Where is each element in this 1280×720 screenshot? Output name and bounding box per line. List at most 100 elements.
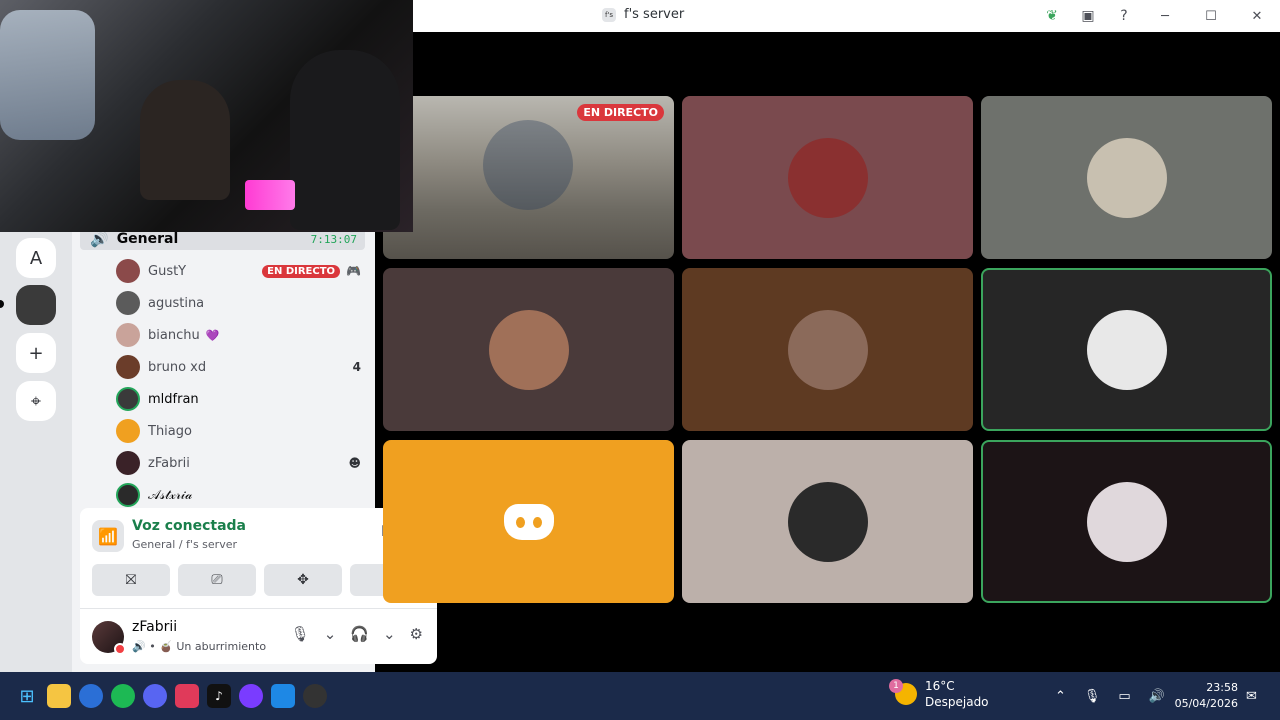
server-rail: A + ⌖ [0,232,72,672]
volume-icon[interactable]: 🔊 [1149,689,1165,704]
participant-tile[interactable] [682,440,973,603]
activity-icon: ☻ [348,456,361,470]
avatar [116,451,140,475]
app-icon[interactable] [239,684,263,708]
inbox-icon[interactable]: ▣ [1070,0,1106,32]
microphone-icon[interactable]: 🎙 [1084,689,1101,704]
participant-tile[interactable] [981,96,1272,259]
stream-tile[interactable]: EN DIRECTO [383,96,674,259]
user-panel: zFabrii 🔊 • 🧉 Un aburrimiento 🎙 ⌄ 🎧 ⌄ ⚙ [80,608,437,664]
connection-signal-icon[interactable]: 📶 [92,520,124,552]
avatar [787,309,868,390]
member-name: agustina [148,295,205,311]
avatar [1086,309,1167,390]
member-name: zFabrii [148,455,190,471]
spotify-icon[interactable] [111,684,135,708]
windows-start-icon[interactable]: ⊞ [15,684,39,708]
microphone-icon[interactable]: 🎙 [291,625,310,643]
maximize-button[interactable]: ☐ [1188,0,1234,32]
desktop: f's f's server ❦ ▣ ? ─ ☐ ✕ A + ⌖ 🔊 Gener… [0,0,1280,720]
live-badge: EN DIRECTO [262,264,341,278]
minimize-button[interactable]: ─ [1142,0,1188,32]
weather-widget[interactable]: 1 16°C Despejado [889,678,989,710]
voice-member[interactable]: mldfran [116,386,361,412]
avatar [488,309,569,390]
activities-button[interactable]: ✥ [264,564,342,596]
voice-location[interactable]: General / f's server [132,538,237,551]
chevron-down-icon[interactable]: ⌄ [383,625,396,643]
voice-member[interactable]: zFabrii ☻ [116,450,361,476]
edge-browser-icon[interactable] [79,684,103,708]
participant-tile-speaking[interactable] [981,268,1272,431]
add-server-icon[interactable]: + [16,333,56,373]
avatar [116,323,140,347]
server-a-button[interactable]: A [16,238,56,278]
voice-member[interactable]: 𝒜𝓈𝓉𝓍𝓇𝒾𝒶 [116,482,361,508]
participant-tile-speaking[interactable] [981,440,1272,603]
member-name: bianchu [148,327,200,343]
window-title: f's f's server [602,7,684,22]
voice-member[interactable]: agustina [116,290,361,316]
avatar [787,481,868,562]
notifications-icon[interactable]: ✉ [1246,672,1257,720]
explore-icon[interactable]: ⌖ [16,381,56,421]
window-title-text: f's server [624,7,685,22]
weather-temp: 16°C [925,679,955,693]
tiktok-icon[interactable]: ♪ [207,684,231,708]
obs-icon[interactable] [303,684,327,708]
webcam-overlay [0,0,413,232]
custom-status: 🔊 • 🧉 Un aburrimiento [132,640,267,653]
nitro-leaf-icon[interactable]: ❦ [1034,0,1070,32]
participant-tile[interactable] [383,268,674,431]
app-icon[interactable] [175,684,199,708]
avatar [1086,137,1167,218]
network-icon[interactable]: ▭ [1118,689,1130,704]
camera-off-button[interactable]: ⛝ [92,564,170,596]
participant-tile[interactable] [383,440,674,603]
live-badge: EN DIRECTO [577,104,664,121]
moon-icon: 1 [889,679,917,705]
server-f-button[interactable] [16,285,56,325]
avatar [116,259,140,283]
game-controller-icon: 🎮 [346,264,361,278]
call-timer: 7:13:07 [310,232,357,246]
weather-badge: 1 [889,679,903,693]
activity-badge: 4 [352,360,361,374]
voice-member[interactable]: GustY EN DIRECTO 🎮 [116,258,361,284]
file-explorer-icon[interactable] [47,684,71,708]
headphones-icon[interactable]: 🎧 [350,625,369,643]
webcam-object [0,10,95,140]
weather-desc: Despejado [925,695,989,709]
webcam-person [290,50,400,230]
user-controls: 🎙 ⌄ 🎧 ⌄ ⚙ [291,625,423,643]
title-bar-controls: ❦ ▣ ? ─ ☐ ✕ [1034,0,1280,32]
voice-member[interactable]: bruno xd 4 [116,354,361,380]
help-icon[interactable]: ? [1106,0,1142,32]
clock[interactable]: 23:58 05/04/2026 [1175,680,1238,712]
close-button[interactable]: ✕ [1234,0,1280,32]
participant-tile[interactable] [682,96,973,259]
discord-logo-icon [503,503,554,540]
app-icon[interactable] [271,684,295,708]
share-screen-button[interactable]: ⎚ [178,564,256,596]
avatar [116,387,140,411]
server-icon: f's [602,7,616,22]
heart-icon: 💜 [205,328,220,342]
chevron-down-icon[interactable]: ⌄ [324,625,337,643]
speaker-icon: 🔊 [90,230,109,248]
avatar [1086,481,1167,562]
voice-actions: ⛝ ⎚ ✥ ✺ [92,564,428,596]
channel-name: General [116,231,179,247]
dnd-status-icon [114,643,126,655]
voice-member[interactable]: Thiago [116,418,361,444]
date: 05/04/2026 [1174,697,1238,710]
webcam-person [140,80,230,200]
participant-tile[interactable] [682,268,973,431]
username: zFabrii [132,619,178,635]
chevron-up-icon[interactable]: ⌃ [1055,689,1066,704]
voice-member[interactable]: bianchu 💜 [116,322,361,348]
discord-icon[interactable] [143,684,167,708]
active-server-indicator [0,300,4,308]
settings-gear-icon[interactable]: ⚙ [410,625,423,643]
time: 23:58 [1206,681,1238,694]
